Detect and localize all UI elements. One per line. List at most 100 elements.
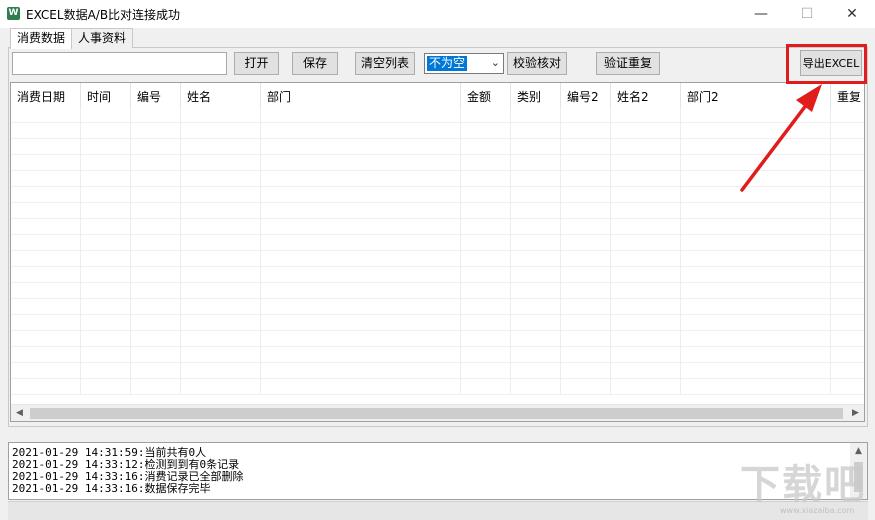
table-cell [511,139,561,154]
watermark-url: www.xiazaiba.com [780,506,855,515]
table-cell [511,267,561,282]
table-cell [461,219,511,234]
clear-list-button[interactable]: 清空列表 [355,52,415,75]
table-cell [461,315,511,330]
table-cell [611,283,681,298]
table-cell [611,139,681,154]
verify-check-button[interactable]: 校验核对 [507,52,567,75]
table-cell [181,107,261,122]
table-cell [11,331,81,346]
table-cell [561,379,611,394]
table-cell [261,171,461,186]
table-cell [681,155,831,170]
column-header[interactable]: 部门 [261,83,461,107]
table-cell [81,251,131,266]
table-cell [131,299,181,314]
table-cell [461,123,511,138]
data-grid[interactable]: 消费日期 时间 编号 姓名 部门 金额 类别 编号2 姓名2 部门2 重复 ◀ … [10,82,865,422]
column-header[interactable]: 类别 [511,83,561,107]
tab-personnel-data[interactable]: 人事资料 [71,28,134,48]
table-cell [611,107,681,122]
open-button[interactable]: 打开 [234,52,279,75]
maximize-button[interactable]: ☐ [784,0,830,28]
table-cell [681,331,831,346]
table-cell [131,203,181,218]
table-cell [461,155,511,170]
table-cell [181,299,261,314]
grid-header: 消费日期 时间 编号 姓名 部门 金额 类别 编号2 姓名2 部门2 重复 [11,83,864,107]
table-cell [461,363,511,378]
table-cell [261,299,461,314]
table-cell [681,123,831,138]
table-cell [461,251,511,266]
table-cell [611,155,681,170]
table-cell [681,235,831,250]
scroll-right-icon[interactable]: ▶ [847,405,864,421]
scrollbar-thumb[interactable] [30,408,843,419]
path-input[interactable] [12,52,227,75]
scroll-up-icon[interactable]: ▲ [850,443,867,460]
column-header[interactable]: 时间 [81,83,131,107]
table-row [11,171,864,187]
table-cell [181,219,261,234]
column-header[interactable]: 姓名2 [611,83,681,107]
column-header[interactable]: 重复 [831,83,864,107]
column-header[interactable]: 消费日期 [11,83,81,107]
table-cell [611,251,681,266]
table-cell [131,171,181,186]
filter-select[interactable]: 不为空 ⌄ [424,53,504,74]
table-cell [81,315,131,330]
table-row [11,379,864,395]
table-cell [81,235,131,250]
column-header[interactable]: 编号2 [561,83,611,107]
column-header[interactable]: 部门2 [681,83,831,107]
table-cell [261,379,461,394]
table-cell [181,139,261,154]
minimize-button[interactable]: — [738,0,784,28]
tab-consumption-data[interactable]: 消费数据 [10,28,73,49]
table-cell [561,171,611,186]
table-cell [81,379,131,394]
save-button[interactable]: 保存 [292,52,338,75]
column-header[interactable]: 姓名 [181,83,261,107]
table-cell [681,251,831,266]
table-cell [261,347,461,362]
table-cell [131,347,181,362]
table-cell [611,379,681,394]
table-cell [261,331,461,346]
horizontal-scrollbar[interactable]: ◀ ▶ [11,404,864,421]
table-cell [461,139,511,154]
table-cell [181,251,261,266]
verify-duplicate-button[interactable]: 验证重复 [596,52,660,75]
table-cell [561,331,611,346]
table-cell [261,155,461,170]
table-cell [511,219,561,234]
table-cell [11,315,81,330]
table-row [11,315,864,331]
table-cell [11,219,81,234]
table-cell [11,267,81,282]
table-row [11,331,864,347]
close-button[interactable]: ✕ [829,0,875,28]
scroll-left-icon[interactable]: ◀ [11,405,28,421]
table-cell [261,283,461,298]
column-header[interactable]: 编号 [131,83,181,107]
table-cell [681,363,831,378]
table-cell [81,331,131,346]
table-cell [611,267,681,282]
table-cell [831,331,864,346]
table-cell [181,267,261,282]
table-cell [511,331,561,346]
table-cell [81,283,131,298]
title-bar: W EXCEL数据A/B比对连接成功 — ☐ ✕ [0,0,875,28]
table-cell [261,235,461,250]
column-header[interactable]: 金额 [461,83,511,107]
table-cell [131,235,181,250]
table-cell [831,171,864,186]
table-cell [81,123,131,138]
table-cell [261,187,461,202]
table-cell [681,315,831,330]
table-cell [461,267,511,282]
window-title: EXCEL数据A/B比对连接成功 [26,8,181,22]
table-cell [681,171,831,186]
